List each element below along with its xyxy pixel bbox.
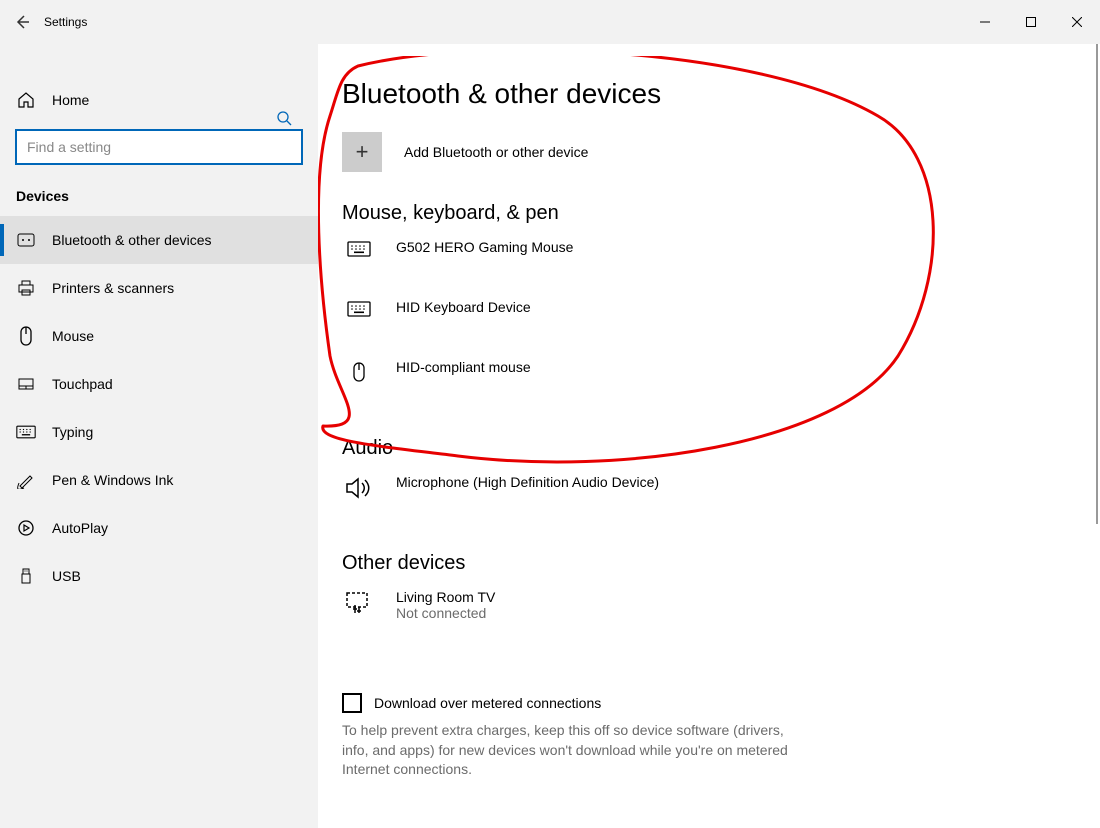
device-name: Microphone (High Definition Audio Device…	[396, 474, 659, 490]
section-mouse-keyboard-pen-list: G502 HERO Gaming Mouse HID Keyboard Devic…	[342, 239, 1076, 413]
sidebar-item-label: Bluetooth & other devices	[52, 232, 212, 248]
back-arrow-icon	[14, 14, 30, 30]
device-row[interactable]: HID-compliant mouse	[342, 359, 1076, 413]
device-row[interactable]: HID Keyboard Device	[342, 299, 1076, 353]
audio-icon	[342, 474, 376, 500]
metered-checkbox-label: Download over metered connections	[374, 695, 601, 711]
device-row[interactable]: G502 HERO Gaming Mouse	[342, 239, 1076, 293]
sidebar-item-typing[interactable]: Typing	[0, 408, 318, 456]
search-input[interactable]	[16, 130, 302, 164]
title-bar: Settings	[0, 0, 1100, 44]
touchpad-icon	[16, 375, 36, 393]
close-icon	[1072, 17, 1082, 27]
sidebar-nav: Bluetooth & other devices Printers & scan…	[0, 216, 318, 600]
bluetooth-icon	[16, 231, 36, 249]
plus-icon: +	[342, 132, 382, 172]
sidebar-item-label: AutoPlay	[52, 520, 108, 536]
section-mouse-keyboard-pen-title: Mouse, keyboard, & pen	[342, 202, 1076, 225]
home-icon	[16, 91, 36, 109]
device-name: Living Room TV	[396, 589, 495, 605]
metered-help-text: To help prevent extra charges, keep this…	[342, 721, 792, 780]
sidebar-item-label: USB	[52, 568, 81, 584]
search-icon[interactable]	[276, 110, 292, 126]
add-device-label: Add Bluetooth or other device	[404, 144, 588, 160]
page-title: Bluetooth & other devices	[342, 78, 1076, 110]
sidebar-item-label: Pen & Windows Ink	[52, 472, 173, 488]
pen-icon	[16, 471, 36, 489]
section-other-devices-title: Other devices	[342, 552, 1076, 575]
window-title: Settings	[44, 15, 87, 29]
window-controls	[962, 0, 1100, 44]
sidebar-item-pen-windows-ink[interactable]: Pen & Windows Ink	[0, 456, 318, 504]
main-content: Bluetooth & other devices + Add Bluetoot…	[318, 44, 1100, 828]
keyboard-icon	[342, 239, 376, 257]
home-label: Home	[52, 92, 89, 108]
keyboard-icon	[16, 424, 36, 440]
keyboard-icon	[342, 299, 376, 317]
sidebar-item-label: Printers & scanners	[52, 280, 174, 296]
checkbox-icon	[342, 693, 362, 713]
add-device-button[interactable]: + Add Bluetooth or other device	[342, 132, 1076, 172]
sidebar-item-mouse[interactable]: Mouse	[0, 312, 318, 360]
device-row[interactable]: Living Room TVNot connected	[342, 589, 1076, 643]
sidebar-item-label: Touchpad	[52, 376, 113, 392]
mouse-icon	[16, 325, 36, 347]
sidebar-item-label: Typing	[52, 424, 93, 440]
section-audio-title: Audio	[342, 437, 1076, 460]
usb-icon	[16, 567, 36, 585]
sidebar-item-label: Mouse	[52, 328, 94, 344]
sidebar-item-touchpad[interactable]: Touchpad	[0, 360, 318, 408]
sidebar-item-bluetooth-other-devices[interactable]: Bluetooth & other devices	[0, 216, 318, 264]
mouse-icon	[342, 359, 376, 383]
sidebar-item-usb[interactable]: USB	[0, 552, 318, 600]
autoplay-icon	[16, 519, 36, 537]
printer-icon	[16, 279, 36, 297]
minimize-button[interactable]	[962, 0, 1008, 44]
close-button[interactable]	[1054, 0, 1100, 44]
device-name: HID Keyboard Device	[396, 299, 531, 315]
device-row[interactable]: Microphone (High Definition Audio Device…	[342, 474, 1076, 528]
sidebar-category: Devices	[0, 182, 318, 216]
scrollbar[interactable]	[1096, 44, 1098, 524]
device-name: HID-compliant mouse	[396, 359, 531, 375]
back-button[interactable]	[0, 0, 44, 44]
minimize-icon	[980, 17, 990, 27]
search-container	[0, 122, 318, 182]
section-audio-list: Microphone (High Definition Audio Device…	[342, 474, 1076, 528]
section-other-devices-list: Living Room TVNot connected	[342, 589, 1076, 643]
sidebar-home[interactable]: Home	[0, 78, 318, 122]
cast-icon	[342, 589, 376, 615]
maximize-icon	[1026, 17, 1036, 27]
device-status: Not connected	[396, 605, 495, 621]
sidebar: Home Devices Bluetooth & other devices Pr…	[0, 44, 318, 828]
device-name: G502 HERO Gaming Mouse	[396, 239, 573, 255]
metered-checkbox-row[interactable]: Download over metered connections	[342, 693, 1076, 713]
sidebar-item-autoplay[interactable]: AutoPlay	[0, 504, 318, 552]
sidebar-item-printers-scanners[interactable]: Printers & scanners	[0, 264, 318, 312]
maximize-button[interactable]	[1008, 0, 1054, 44]
